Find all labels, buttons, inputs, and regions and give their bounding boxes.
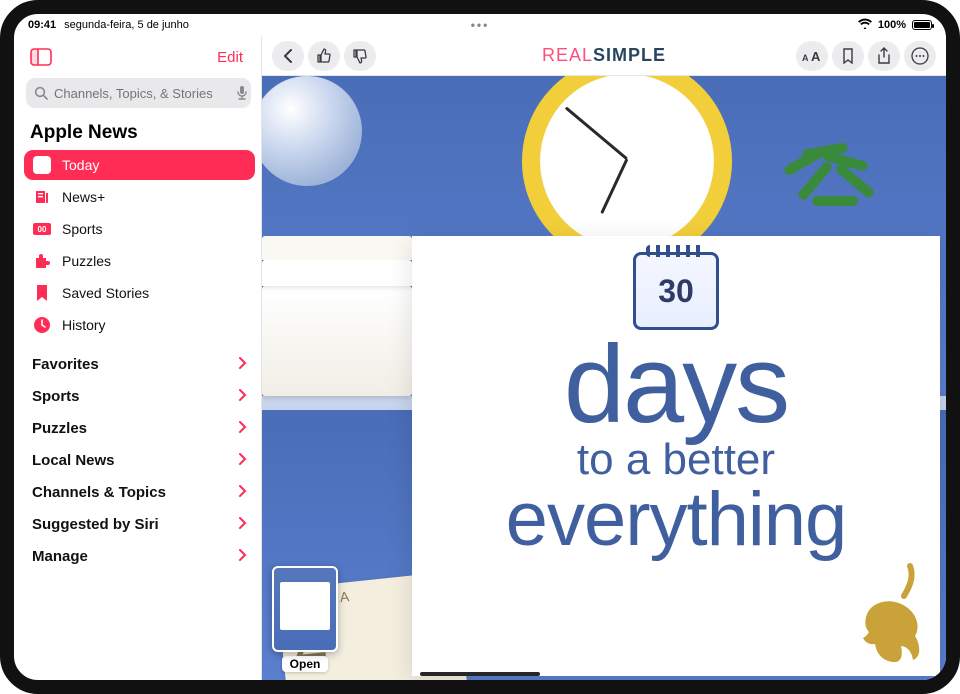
category-label: Puzzles [32,420,87,437]
sidebar-item-today[interactable]: Today [24,150,255,180]
content-area: REALSIMPLE AA [262,36,946,680]
category-label: Favorites [32,356,99,373]
ellipsis-icon [911,47,929,65]
home-indicator[interactable] [420,672,540,676]
newspaper-icon [32,187,52,207]
edit-button[interactable]: Edit [217,49,249,66]
dictation-icon[interactable] [236,85,248,101]
category-favorites[interactable]: Favorites [24,348,255,380]
svg-text:A: A [811,49,821,63]
ipad-frame: 09:41 segunda-feira, 5 de junho ••• 100% [0,0,960,694]
category-channels-topics[interactable]: Channels & Topics [24,476,255,508]
chevron-right-icon [239,388,247,405]
sidebar: Edit Apple News [14,36,262,680]
back-button[interactable] [272,41,304,71]
elephant-figurine-prop [840,552,930,672]
wifi-icon [858,18,872,32]
apple-news-icon [32,155,52,175]
sidebar-item-label: Today [62,157,99,173]
bookmark-button[interactable] [832,41,864,71]
toggle-sidebar-button[interactable] [26,44,56,70]
chevron-right-icon [239,452,247,469]
content-toolbar: REALSIMPLE AA [262,36,946,76]
search-field[interactable] [26,78,251,108]
status-date: segunda-feira, 5 de junho [64,19,189,31]
svg-text:A: A [802,53,809,63]
thumbs-up-icon [316,48,332,64]
sidebar-item-label: History [62,317,106,333]
search-input[interactable] [54,86,230,101]
sidebar-icon [30,48,52,66]
brand-part-a: REAL [542,45,593,65]
status-time: 09:41 [28,19,56,31]
sidebar-item-label: Saved Stories [62,285,149,301]
sidebar-item-label: Puzzles [62,253,111,269]
share-icon [877,47,891,65]
category-label: Channels & Topics [32,484,166,501]
sidebar-item-puzzles[interactable]: Puzzles [24,246,255,276]
sidebar-item-news-plus[interactable]: News+ [24,182,255,212]
text-size-icon: AA [802,49,822,63]
dislike-button[interactable] [344,41,376,71]
history-icon [32,315,52,335]
article-cover[interactable]: JANUA 2 30 days to a better everything [262,76,946,680]
sidebar-categories: Favorites Sports Puzzles Local News [24,348,255,572]
status-bar: 09:41 segunda-feira, 5 de junho ••• 100% [14,14,946,36]
chevron-right-icon [239,548,247,565]
category-puzzles[interactable]: Puzzles [24,412,255,444]
brand-part-b: SIMPLE [593,45,666,65]
bookmark-icon [32,283,52,303]
svg-text:00: 00 [38,225,47,234]
section-title: Apple News [24,118,255,150]
category-local-news[interactable]: Local News [24,444,255,476]
text-size-button[interactable]: AA [796,41,828,71]
issue-thumbnail[interactable]: Open [266,566,344,672]
sidebar-item-history[interactable]: History [24,310,255,340]
sidebar-item-label: News+ [62,189,105,205]
category-label: Local News [32,452,115,469]
scoreboard-icon: 00 [32,219,52,239]
share-button[interactable] [868,41,900,71]
thumbs-down-icon [352,48,368,64]
multitask-dots[interactable]: ••• [471,18,490,32]
like-button[interactable] [308,41,340,71]
category-label: Sports [32,388,80,405]
chevron-right-icon [239,356,247,373]
category-sports[interactable]: Sports [24,380,255,412]
chevron-right-icon [239,420,247,437]
book-stack-prop [262,286,412,396]
sidebar-item-sports[interactable]: 00 Sports [24,214,255,244]
category-siri[interactable]: Suggested by Siri [24,508,255,540]
sidebar-nav: Today News+ 00 Sports [24,150,255,340]
sidebar-item-label: Sports [62,221,102,237]
badge-number: 30 [658,273,694,310]
battery-icon [912,20,932,30]
headline-line-3: everything [506,482,847,558]
puzzle-icon [32,251,52,271]
more-button[interactable] [904,41,936,71]
category-label: Manage [32,548,88,565]
category-label: Suggested by Siri [32,516,159,533]
headline-line-2: to a better [506,438,847,482]
chevron-right-icon [239,484,247,501]
chevron-right-icon [239,516,247,533]
battery-percent: 100% [878,19,906,31]
search-icon [34,86,48,100]
publication-logo[interactable]: REALSIMPLE [542,45,666,66]
flip-calendar-badge: 30 [633,252,719,330]
bookmark-icon [842,48,854,64]
headline-line-1: days [506,330,847,440]
magazine-thumb-icon [272,566,338,652]
category-manage[interactable]: Manage [24,540,255,572]
open-issue-button[interactable]: Open [282,656,329,672]
sidebar-item-saved[interactable]: Saved Stories [24,278,255,308]
chevron-left-icon [283,49,293,63]
cover-headline: days to a better everything [506,330,847,558]
